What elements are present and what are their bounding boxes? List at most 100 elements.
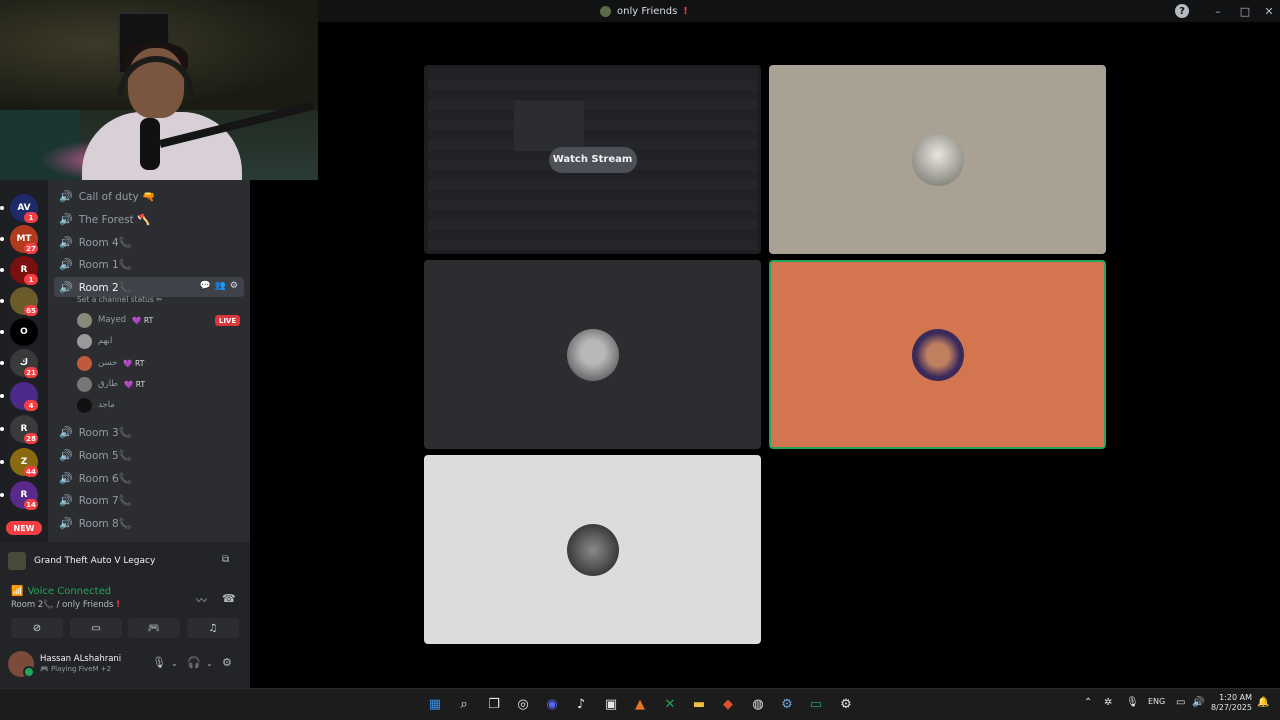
participant-tile[interactable] (769, 65, 1106, 254)
voice-member[interactable]: ماجد (77, 396, 121, 414)
channel-name: The Forest 🪓 (78, 213, 151, 226)
activity-card[interactable]: Grand Theft Auto V Legacy (8, 548, 244, 574)
app-icon[interactable]: ▲ (630, 694, 650, 714)
voice-channel-6[interactable]: 🔊 Room 3📞 (54, 422, 244, 442)
unread-indicator (0, 206, 4, 210)
date: 8/27/2025 (1210, 703, 1252, 712)
store-icon[interactable]: ▣ (601, 694, 621, 714)
avatar (8, 651, 35, 678)
chevron-down-icon[interactable]: ⌄ (206, 659, 213, 668)
member-name: ابهم (98, 336, 113, 346)
brightness-icon[interactable]: ✲ (1104, 697, 1112, 708)
tiktok-icon[interactable]: ♪ (571, 694, 591, 714)
noise-suppression-icon[interactable]: 〰 (196, 592, 207, 608)
unread-indicator (0, 394, 4, 398)
unread-indicator (0, 427, 4, 431)
invite-icon[interactable]: 👥 (215, 281, 226, 291)
volume-icon[interactable]: 🔊 (1192, 697, 1204, 708)
windows-start-icon[interactable]: ▦ (425, 694, 445, 714)
time: 1:20 AM (1219, 693, 1252, 702)
speaker-icon: 🔊 (59, 471, 73, 485)
settings-icon[interactable]: ⚙ (836, 694, 856, 714)
mention-badge: 65 (24, 305, 38, 316)
network-icon[interactable]: ▭ (1176, 697, 1185, 708)
speaker-icon: 🔊 (59, 257, 73, 271)
chevron-up-icon[interactable]: ⌃ (1084, 697, 1092, 708)
soundboard-button[interactable]: ♫ (187, 618, 239, 638)
voice-member[interactable]: طارق 💜 RT (77, 375, 145, 393)
voice-member[interactable]: Mayed 💜 RT (77, 311, 153, 329)
mention-badge: 14 (24, 499, 38, 510)
language-indicator[interactable]: ENG (1148, 697, 1165, 706)
channel-name: Room 7📞 (78, 494, 132, 507)
voice-channel-1[interactable]: 🔊 Call of duty 🔫 (54, 186, 244, 206)
chat-icon[interactable]: 💬 (199, 281, 210, 291)
gear-icon[interactable]: ⚙ (230, 281, 238, 291)
browser-icon[interactable]: ◎ (513, 694, 533, 714)
mention-badge: 44 (24, 466, 38, 477)
chevron-down-icon[interactable]: ⌄ (171, 659, 178, 668)
obs-icon[interactable]: ◍ (748, 694, 768, 714)
notification-icon[interactable]: 🔔 (1257, 697, 1269, 708)
soundboard-icon: ♫ (208, 622, 218, 634)
disconnect-icon[interactable]: ☎ (222, 592, 236, 605)
avatar (77, 333, 92, 349)
task-view-icon[interactable]: ❐ (484, 694, 504, 714)
screen-share-icon[interactable]: ⧉ (222, 554, 236, 566)
steam-icon[interactable]: ⚙ (777, 694, 797, 714)
webcam-overlay (0, 0, 318, 180)
participant-tile-speaking[interactable] (769, 260, 1106, 449)
activity-game: Grand Theft Auto V Legacy (34, 556, 156, 566)
participant-tile[interactable] (424, 455, 761, 644)
headphones-icon[interactable]: 🎧 (187, 656, 201, 669)
member-tag: 💜 RT (132, 315, 154, 325)
microphone-icon[interactable]: 🎙 (152, 656, 166, 669)
voice-channel-4[interactable]: 🔊 Room 1📞 (54, 254, 244, 274)
member-tag: 💜 RT (123, 358, 145, 368)
participant-tile[interactable] (424, 260, 761, 449)
window-title: only Friends ! (600, 0, 688, 22)
maximize-button[interactable]: □ (1237, 3, 1253, 19)
terminal-icon[interactable]: ▭ (806, 694, 826, 714)
new-badge[interactable]: NEW (6, 521, 42, 535)
voice-channel-7[interactable]: 🔊 Room 5📞 (54, 445, 244, 465)
speaker-icon: 🔊 (59, 235, 73, 249)
activity-button[interactable]: 🎮 (128, 618, 180, 638)
channel-name: Room 5📞 (78, 449, 132, 462)
camera-button[interactable]: ⊘ (11, 618, 63, 638)
discord-icon[interactable]: ◉ (542, 694, 562, 714)
member-name: حسن (98, 358, 118, 368)
title-bar (318, 0, 1280, 22)
voice-channel-5[interactable]: 🔊 Room 2📞 💬 👥 ⚙ (54, 277, 244, 297)
xbox-icon[interactable]: ✕ (660, 694, 680, 714)
speaker-icon: 🔊 (59, 516, 73, 530)
speaker-icon: 🔊 (59, 212, 73, 226)
voice-channel-3[interactable]: 🔊 Room 4📞 (54, 232, 244, 252)
brave-icon[interactable]: ◆ (718, 694, 738, 714)
help-icon[interactable]: ? (1175, 4, 1189, 18)
minimize-button[interactable]: – (1210, 3, 1226, 19)
avatar (911, 133, 964, 186)
channel-status[interactable]: Set a channel status ✏ (77, 295, 162, 304)
voice-member[interactable]: حسن 💜 RT (77, 354, 144, 372)
close-button[interactable]: ✕ (1261, 3, 1277, 19)
watch-stream-button[interactable]: Watch Stream (548, 146, 637, 173)
microphone-icon[interactable]: 🎙 (1126, 697, 1139, 708)
folder-icon[interactable]: ▬ (689, 694, 709, 714)
voice-member[interactable]: ابهم (77, 332, 118, 350)
speaker-icon: 🔊 (59, 493, 73, 507)
stream-tile[interactable]: Watch Stream (424, 65, 761, 254)
voice-channel-2[interactable]: 🔊 The Forest 🪓 (54, 209, 244, 229)
mention-badge: 27 (24, 243, 38, 254)
search-icon[interactable]: ⌕ (454, 694, 474, 714)
server-icon[interactable]: O (10, 318, 38, 346)
member-name: ماجد (98, 400, 115, 410)
voice-channel-8[interactable]: 🔊 Room 6📞 (54, 468, 244, 488)
voice-channel[interactable]: Room 2📞 / only Friends ! (11, 600, 120, 610)
speaker-icon: 🔊 (59, 448, 73, 462)
clock[interactable]: 1:20 AM 8/27/2025 (1206, 693, 1252, 713)
settings-icon[interactable]: ⚙ (222, 656, 232, 669)
voice-channel-9[interactable]: 🔊 Room 7📞 (54, 490, 244, 510)
voice-channel-10[interactable]: 🔊 Room 8📞 (54, 513, 244, 533)
screen-share-button[interactable]: ▭ (70, 618, 122, 638)
